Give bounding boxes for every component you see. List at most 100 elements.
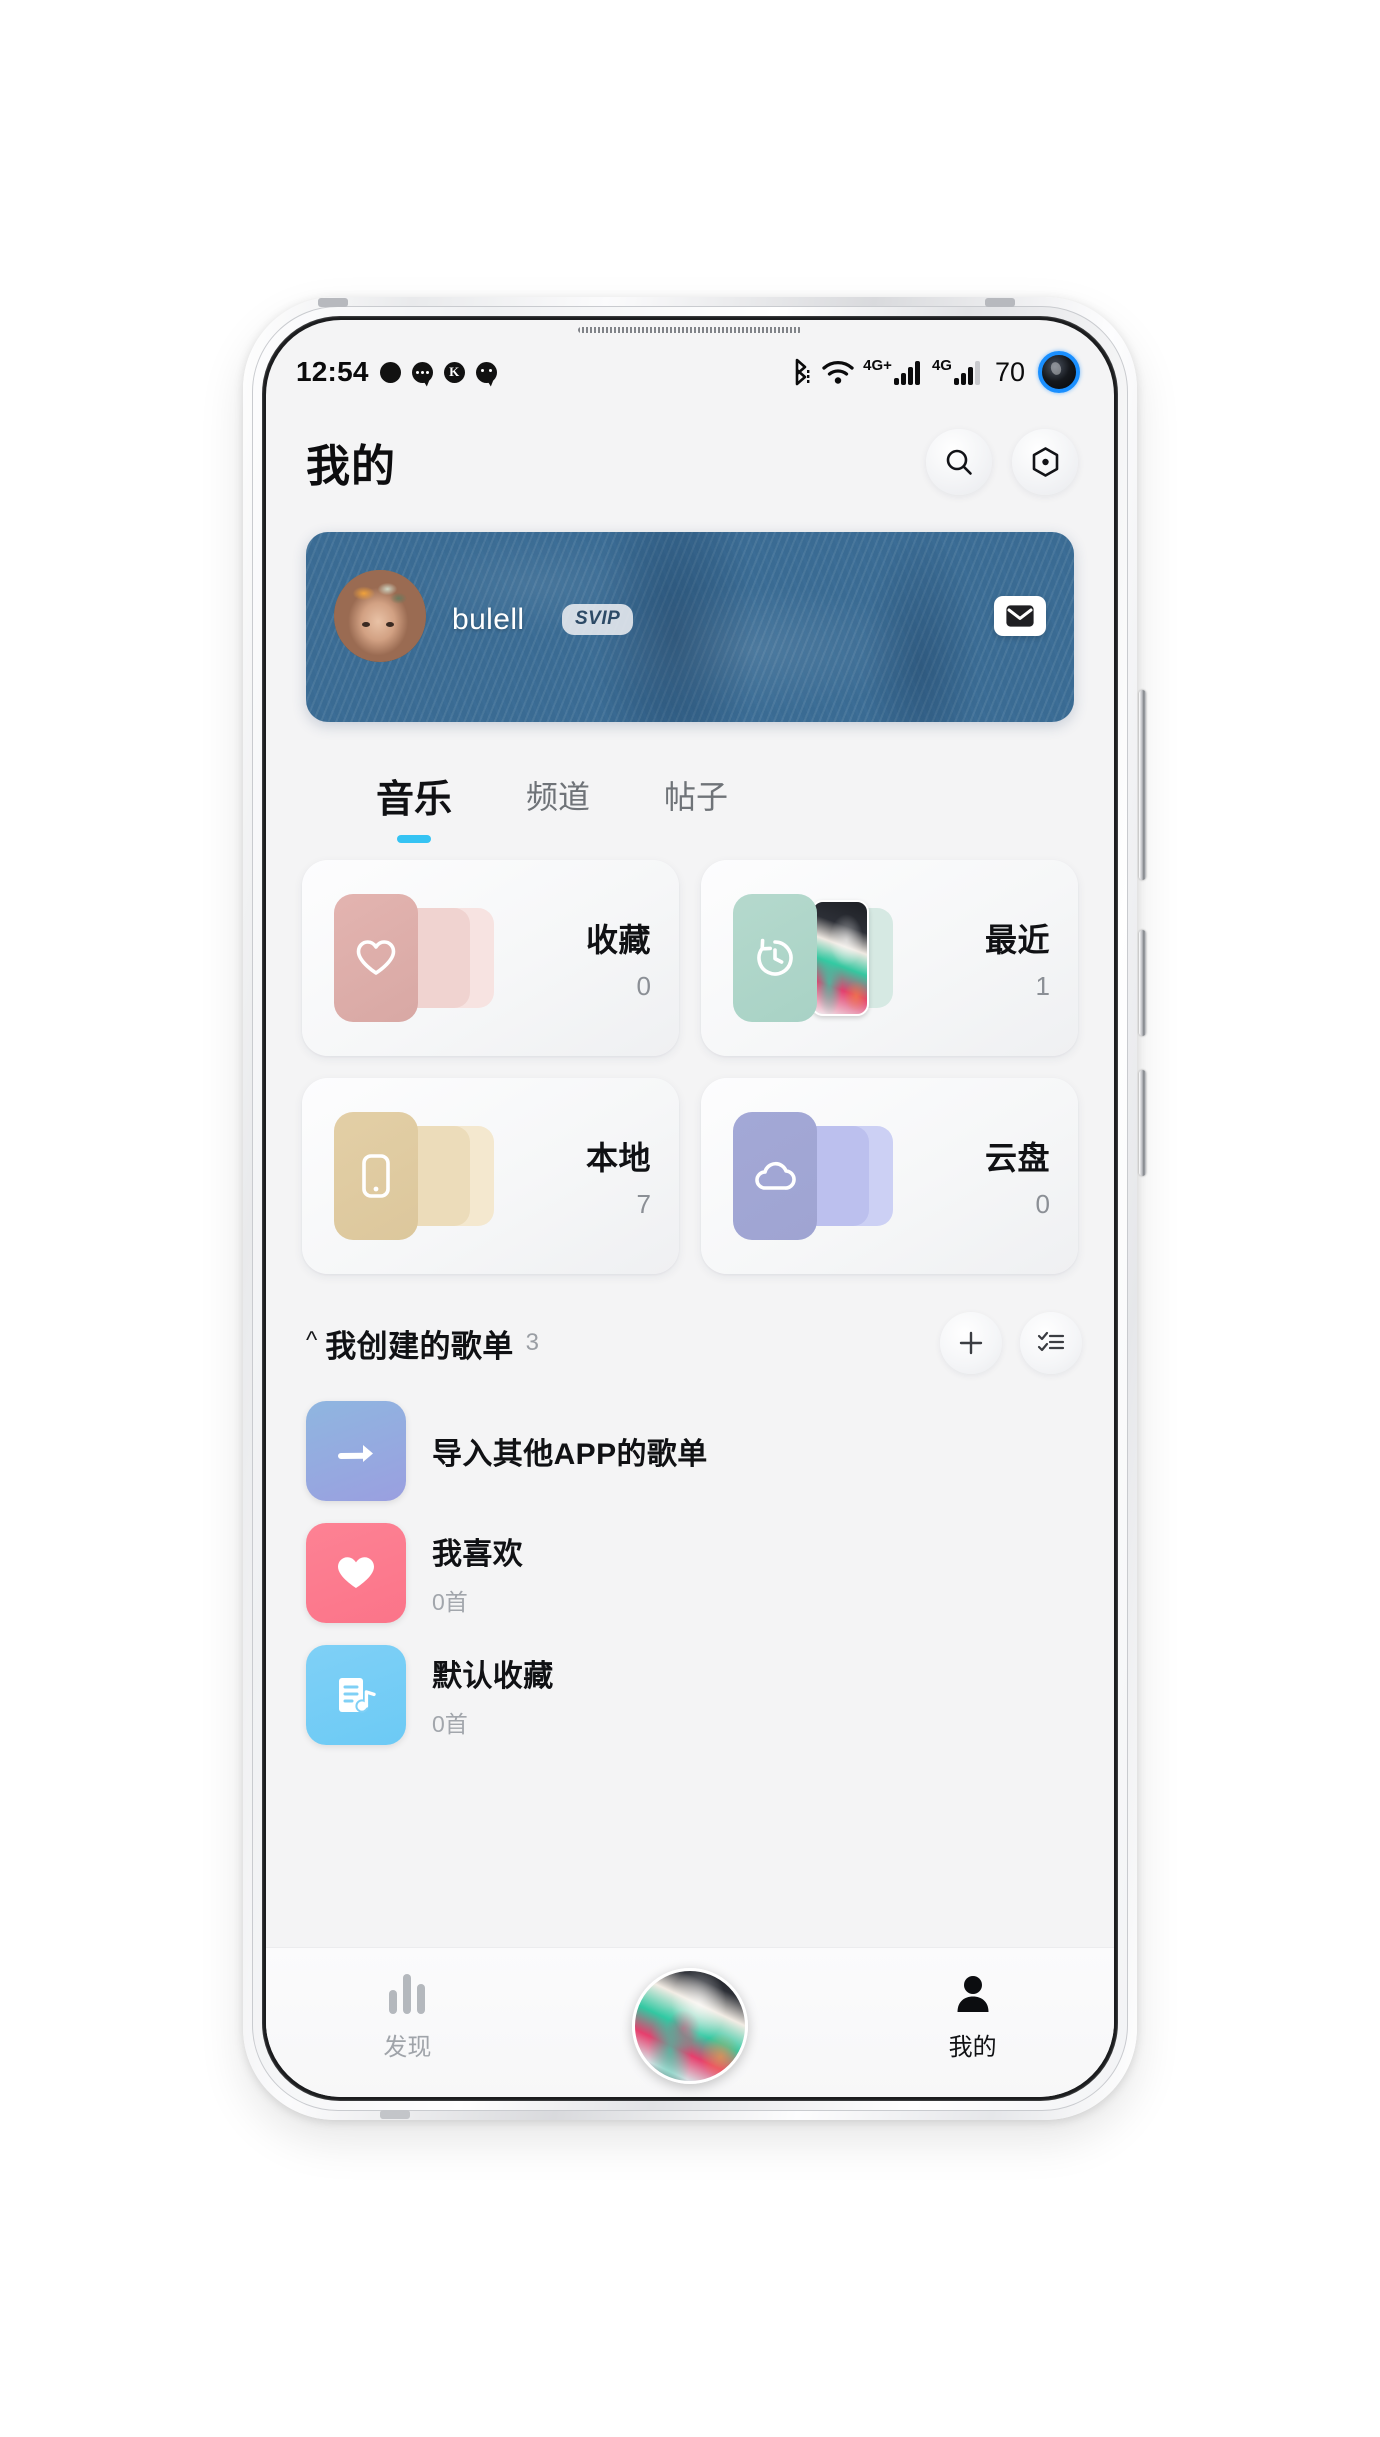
svip-badge[interactable]: SVIP [562, 604, 634, 635]
nav-label-mine: 我的 [948, 2034, 997, 2061]
tab-music[interactable]: 音乐 [376, 768, 452, 843]
status-bar-left: 12:54 K [296, 356, 497, 388]
nav-label-discover: 发现 [383, 2034, 432, 2061]
app-header: 我的 [266, 410, 1114, 514]
settings-button[interactable] [1012, 429, 1078, 495]
status-bar: 12:54 K 4G+ 4G 70 [266, 348, 1114, 396]
chevron-up-icon[interactable]: ^ [306, 1329, 317, 1353]
stack-layer-1 [733, 894, 817, 1022]
cloud-icon [755, 1161, 796, 1190]
playlist-name: 我喜欢 [432, 1538, 524, 1571]
card-label: 收藏 [585, 921, 651, 958]
card-text-cloud: 云盘 0 [985, 1133, 1056, 1220]
hexagon-settings-icon [1032, 446, 1058, 477]
stack-layer-1 [334, 894, 418, 1022]
mail-button[interactable] [994, 596, 1046, 636]
phone-screen: 12:54 K 4G+ 4G 70 我的 bulell SVIP 音乐 频道 帖… [266, 320, 1114, 2097]
library-grid: 收藏 0 最近 1 本地 7 云盘 0 [302, 860, 1078, 1274]
card-cloud[interactable]: 云盘 0 [701, 1078, 1078, 1274]
bluetooth-icon [795, 358, 810, 386]
playlist-list: 导入其他APP的歌单 我喜欢 0首 默认收藏 0首 [306, 1390, 1082, 1756]
playlists-section-header: ^ 我创建的歌单 3 [306, 1306, 1082, 1380]
playlist-icon-import [306, 1401, 406, 1501]
card-label: 云盘 [984, 1139, 1050, 1176]
card-stack-cloud [727, 1112, 911, 1240]
music-note-list-icon [339, 1678, 376, 1713]
playlist-row-like[interactable]: 我喜欢 0首 [306, 1512, 1082, 1634]
volume-down-button[interactable] [1139, 1070, 1146, 1176]
profile-username: bulell [452, 603, 525, 636]
profile-banner[interactable]: bulell SVIP [306, 532, 1074, 722]
card-stack-local [328, 1112, 512, 1240]
avatar[interactable] [334, 570, 426, 662]
frame-antenna-line-right [985, 298, 1015, 307]
status-time: 12:54 [296, 356, 369, 387]
front-camera-punch-hole [1038, 351, 1080, 393]
kuwo-k-icon: K [443, 361, 465, 383]
volume-up-button[interactable] [1139, 930, 1146, 1036]
card-recent[interactable]: 最近 1 [701, 860, 1078, 1056]
search-button[interactable] [926, 429, 992, 495]
card-stack-recent [727, 894, 911, 1022]
signal-4g-plus-icon: 4G+ [863, 358, 924, 386]
nav-item-now-playing[interactable] [600, 1968, 780, 2084]
battery-percent: 70 [994, 356, 1025, 387]
card-text-local: 本地 7 [586, 1133, 657, 1220]
playlist-icon-like [306, 1523, 406, 1623]
card-stack-favorites [328, 894, 512, 1022]
bottom-navigation: 发现 我的 [266, 1947, 1114, 2097]
header-actions [926, 429, 1078, 495]
playlist-meta-default: 默认收藏 0首 [432, 1651, 554, 1739]
add-playlist-button[interactable] [940, 1312, 1002, 1374]
screenshot-canvas: 12:54 K 4G+ 4G 70 我的 bulell SVIP 音乐 频道 帖… [0, 0, 1380, 2437]
clock-history-icon [757, 938, 793, 976]
card-text-recent: 最近 1 [985, 915, 1056, 1002]
earpiece-speaker [578, 327, 802, 333]
network-type-label-1: 4G+ [863, 357, 892, 374]
playlist-row-import[interactable]: 导入其他APP的歌单 [306, 1390, 1082, 1512]
recent-album-thumbnail [811, 900, 869, 1016]
phone-device-icon [362, 1154, 390, 1198]
playlist-meta-import: 导入其他APP的歌单 [432, 1429, 708, 1473]
notification-dot-icon [379, 361, 401, 383]
avatar-portrait [334, 570, 426, 662]
nav-item-mine[interactable]: 我的 [883, 1974, 1063, 2062]
section-count: 3 [525, 1329, 540, 1356]
search-icon [946, 449, 972, 475]
card-count: 7 [636, 1188, 651, 1219]
wifi-icon [822, 361, 854, 384]
nav-item-discover[interactable]: 发现 [317, 1974, 497, 2062]
page-title: 我的 [306, 442, 396, 491]
person-icon [957, 1976, 989, 2012]
plus-icon [959, 1331, 983, 1355]
playlist-track-count: 0首 [432, 1589, 468, 1615]
power-button[interactable] [1139, 690, 1146, 880]
card-text-favorites: 收藏 0 [586, 915, 657, 1002]
playlist-icon-default [306, 1645, 406, 1745]
album-art-icon[interactable] [631, 1968, 748, 2084]
frame-antenna-line-bottom [380, 2110, 410, 2119]
card-favorites[interactable]: 收藏 0 [302, 860, 679, 1056]
chat-bubble-icon [475, 361, 497, 383]
waveform-icon [389, 1974, 426, 2014]
card-label: 本地 [585, 1139, 651, 1176]
stack-layer-1 [733, 1112, 817, 1240]
card-local[interactable]: 本地 7 [302, 1078, 679, 1274]
playlist-name: 默认收藏 [432, 1660, 554, 1693]
tab-active-indicator [397, 834, 431, 843]
section-actions [940, 1312, 1082, 1374]
card-count: 1 [1035, 970, 1050, 1001]
mail-envelope-icon [1006, 605, 1034, 627]
tab-channel[interactable]: 频道 [526, 772, 590, 818]
tab-posts[interactable]: 帖子 [664, 772, 728, 818]
manage-playlists-button[interactable] [1020, 1312, 1082, 1374]
section-title: 我创建的歌单 [325, 1328, 514, 1364]
playlist-track-count: 0首 [432, 1711, 468, 1737]
avatar-eye-right [385, 621, 394, 627]
content-tabs: 音乐 频道 帖子 [266, 752, 1114, 843]
playlist-meta-like: 我喜欢 0首 [432, 1529, 523, 1617]
playlist-row-default[interactable]: 默认收藏 0首 [306, 1634, 1082, 1756]
checklist-icon [1037, 1331, 1065, 1352]
avatar-eye-left [361, 621, 370, 627]
network-type-label-2: 4G [931, 357, 952, 374]
